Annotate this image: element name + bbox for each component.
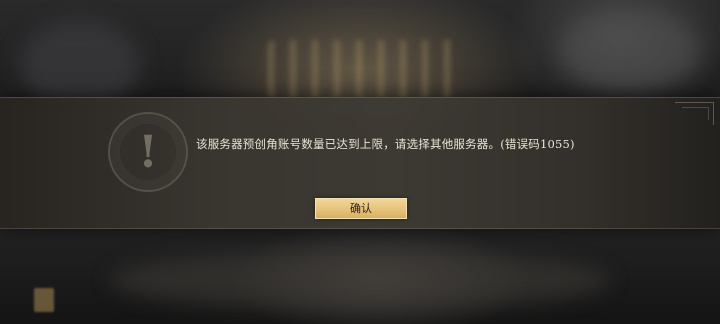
game-screen: ! 该服务器预创角账号数量已达到上限，请选择其他服务器。(错误码1055) 确认 <box>0 0 720 324</box>
confirm-button[interactable]: 确认 <box>315 198 407 219</box>
exclamation-icon: ! <box>108 112 188 192</box>
corner-ornament <box>675 102 714 125</box>
background-shape <box>110 250 610 310</box>
background-shape <box>560 10 700 90</box>
background-signboard <box>268 40 458 98</box>
error-message: 该服务器预创角账号数量已达到上限，请选择其他服务器。(错误码1055) <box>196 137 575 151</box>
error-dialog: ! 该服务器预创角账号数量已达到上限，请选择其他服务器。(错误码1055) 确认 <box>0 97 720 229</box>
background-lantern <box>34 288 54 312</box>
